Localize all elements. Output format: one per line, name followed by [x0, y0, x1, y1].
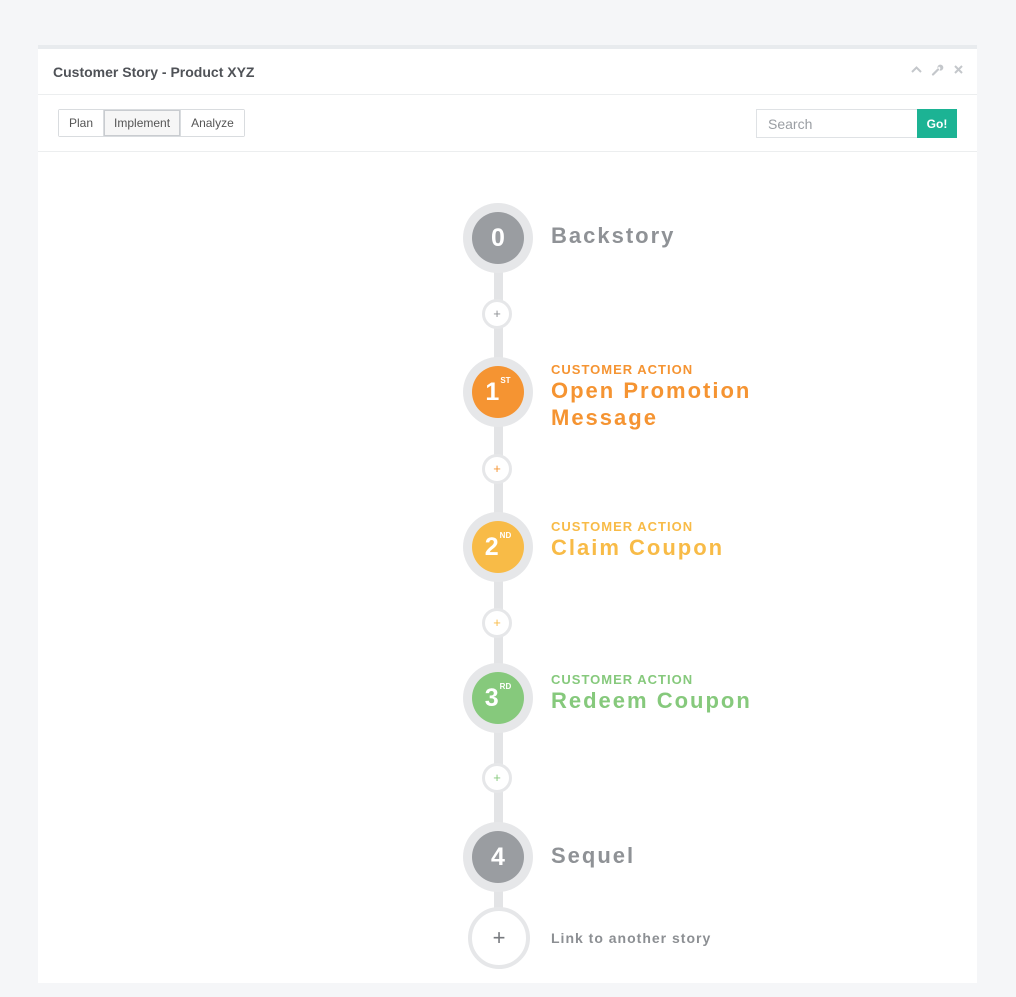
step-text: Sequel	[551, 842, 635, 869]
step-subtitle: CUSTOMER ACTION	[551, 672, 694, 687]
panel-tools	[910, 63, 965, 76]
step-title: Backstory	[551, 223, 676, 248]
plan-tab-button[interactable]: Plan	[59, 110, 104, 136]
step-ordinal-suffix: ST	[500, 376, 511, 385]
step-number-badge: 2ND	[472, 521, 524, 573]
implement-tab-button[interactable]: Implement	[103, 110, 181, 136]
step-ordinal-suffix: ND	[499, 531, 512, 540]
step-number: 4	[491, 843, 505, 871]
step-text: CUSTOMER ACTION Claim Coupon	[551, 519, 724, 561]
step-number-badge: 4	[472, 831, 524, 883]
link-story-label[interactable]: Link to another story	[551, 930, 711, 946]
step-number: 0	[491, 224, 505, 252]
step-number: 1	[485, 378, 500, 406]
add-step-button[interactable]: +	[482, 608, 512, 638]
close-icon[interactable]	[952, 63, 965, 76]
story-timeline: 0 Backstory + 1ST CUSTOMER ACTION Open P…	[38, 151, 977, 983]
step-number: 2	[484, 533, 499, 561]
step-circle: 1ST	[463, 357, 533, 427]
step-title: Claim Coupon	[551, 535, 725, 560]
add-step-button[interactable]: +	[482, 763, 512, 793]
step-text: CUSTOMER ACTION Redeem Coupon	[551, 672, 752, 714]
step-circle: 2ND	[463, 512, 533, 582]
step-ordinal-suffix: RD	[499, 682, 512, 691]
step-number-badge: 1ST	[472, 366, 524, 418]
step-title: Sequel	[551, 843, 636, 868]
go-button[interactable]: Go!	[917, 109, 957, 138]
step-number: 3	[484, 684, 499, 712]
panel-header: Customer Story - Product XYZ	[38, 49, 977, 95]
step-title: Redeem Coupon	[551, 688, 752, 713]
step-text: Backstory	[551, 222, 675, 249]
step-subtitle: CUSTOMER ACTION	[551, 362, 694, 377]
phase-button-group: Plan Implement Analyze	[58, 109, 245, 137]
step-number-badge: 3RD	[472, 672, 524, 724]
panel-title: Customer Story - Product XYZ	[53, 64, 255, 80]
link-story-button[interactable]: +	[468, 907, 530, 969]
step-title-line1: Open Promotion	[551, 378, 752, 403]
customer-story-panel: Customer Story - Product XYZ Plan Implem…	[38, 45, 977, 983]
step-circle: 0	[463, 203, 533, 273]
chevron-up-icon[interactable]	[910, 63, 923, 76]
search-input[interactable]	[756, 109, 917, 138]
add-step-button[interactable]: +	[482, 454, 512, 484]
search-group: Go!	[756, 109, 957, 138]
analyze-tab-button[interactable]: Analyze	[180, 110, 244, 136]
add-step-button[interactable]: +	[482, 299, 512, 329]
step-circle: 4	[463, 822, 533, 892]
step-number-badge: 0	[472, 212, 524, 264]
step-subtitle: CUSTOMER ACTION	[551, 519, 694, 534]
step-title-line2: Message	[551, 405, 658, 430]
wrench-icon[interactable]	[931, 63, 944, 76]
step-text: CUSTOMER ACTION Open Promotion Message	[551, 362, 751, 431]
panel-toolbar: Plan Implement Analyze Go!	[38, 94, 977, 152]
step-circle: 3RD	[463, 663, 533, 733]
